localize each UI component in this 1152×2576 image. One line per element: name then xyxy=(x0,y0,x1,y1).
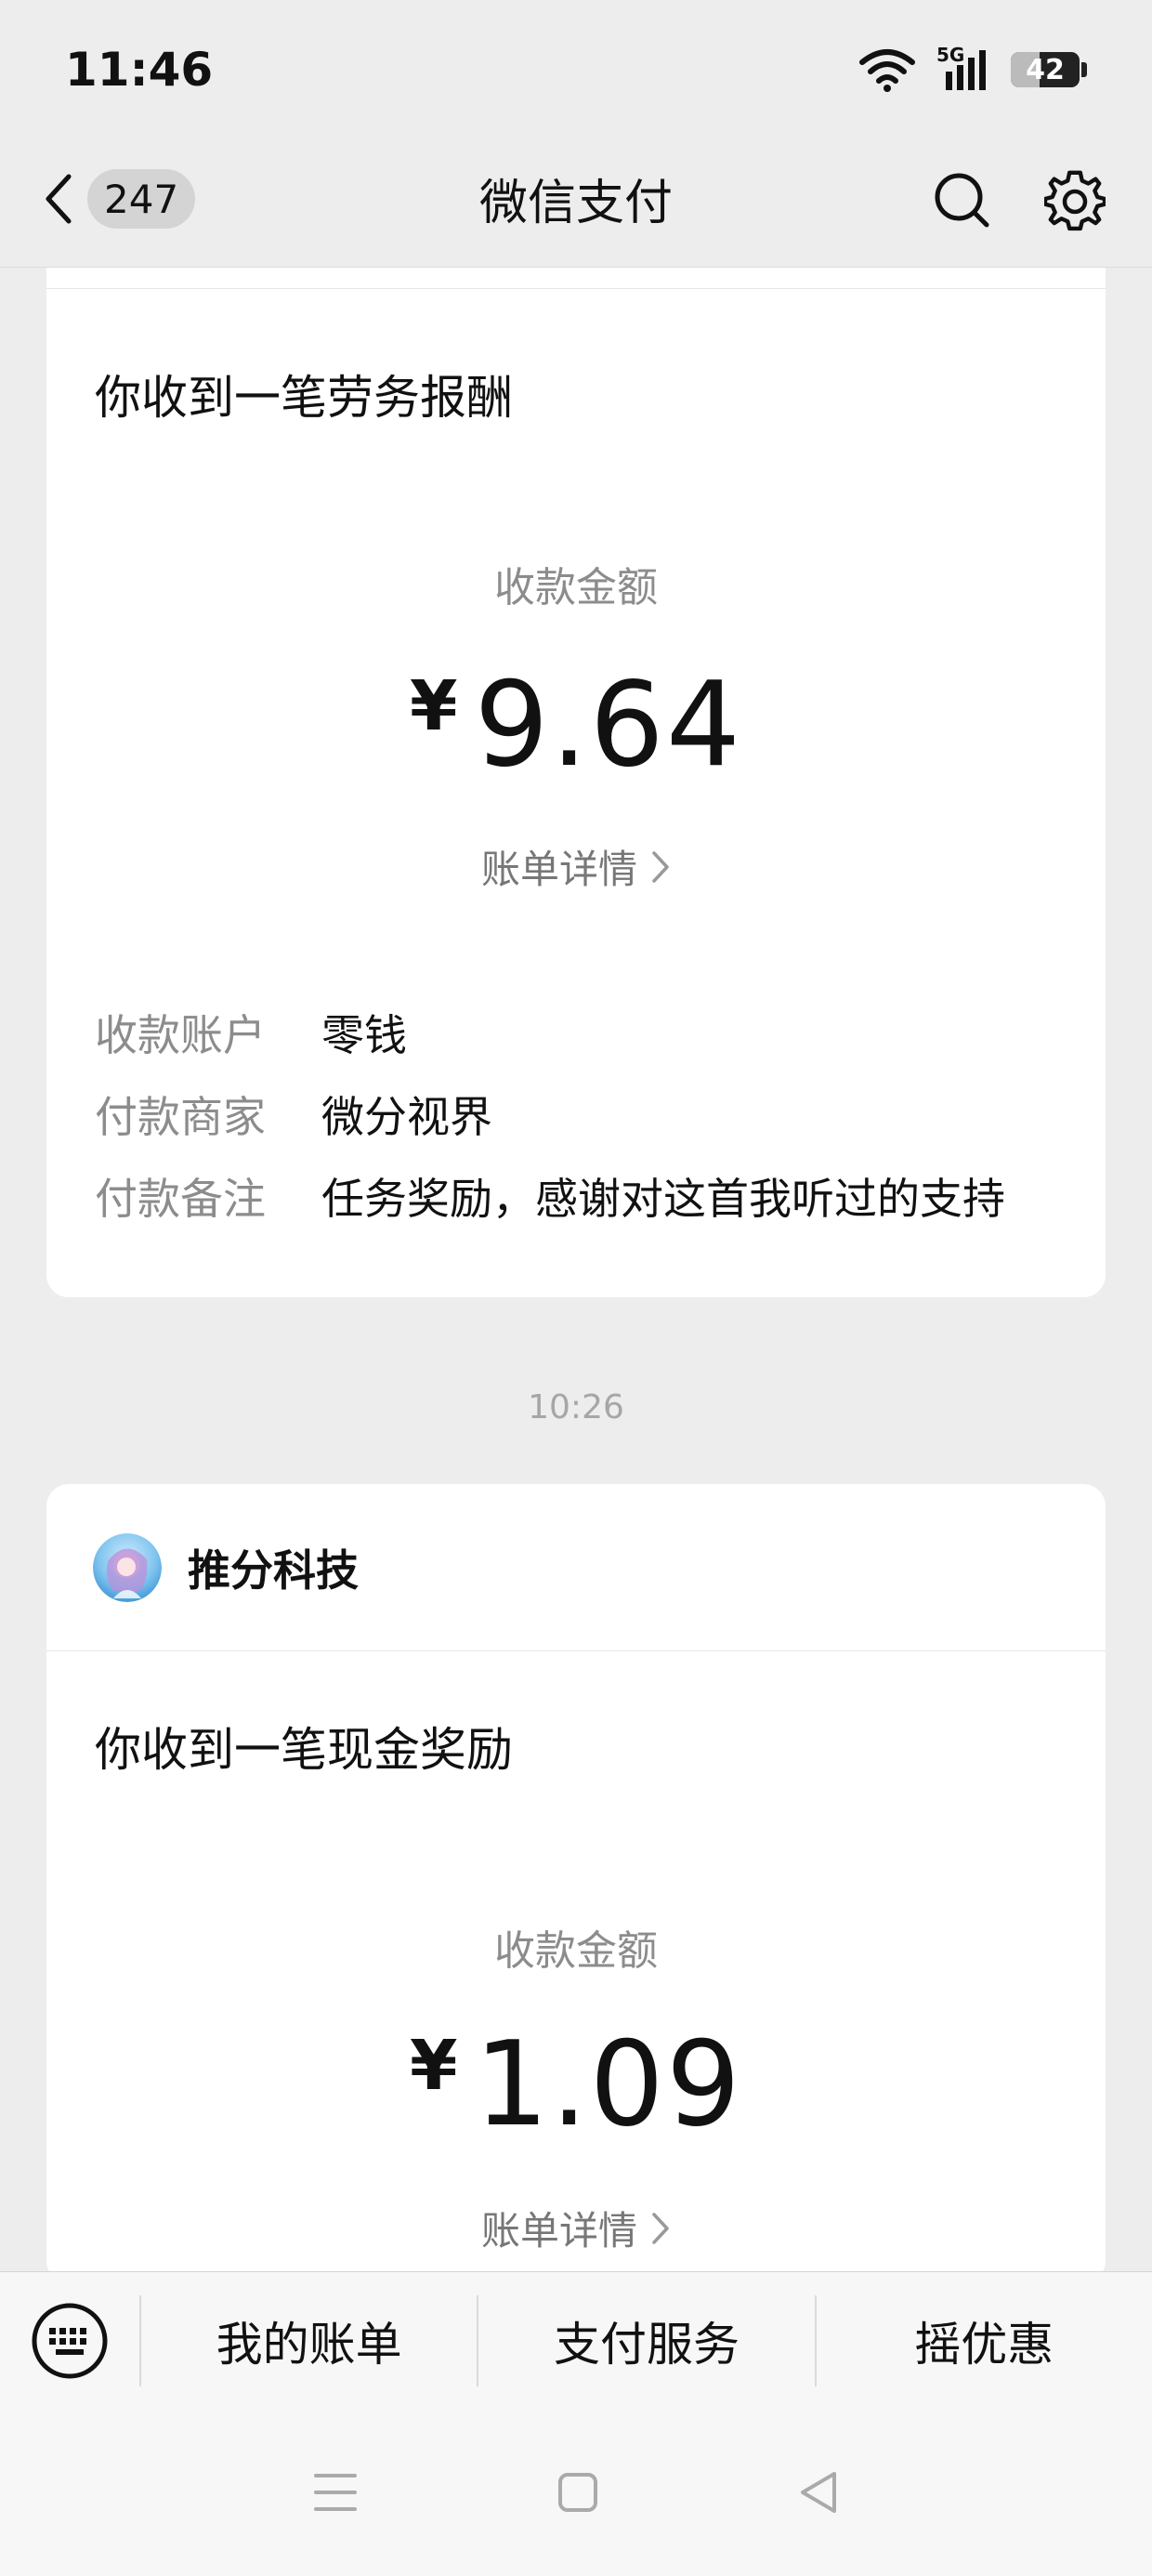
keyboard-toggle-button[interactable] xyxy=(0,2272,139,2410)
amount-display: ¥1.09 xyxy=(46,2016,1106,2152)
bill-detail-link[interactable]: 账单详情 xyxy=(46,2200,1106,2256)
info-key: 付款商家 xyxy=(95,1092,266,1142)
info-row-merchant: 付款商家 微分视界 xyxy=(95,1089,492,1145)
amount-value: 9.64 xyxy=(474,656,743,793)
keyboard-icon xyxy=(32,2303,108,2378)
payment-notification-card[interactable]: 推分科技 你收到一笔现金奖励 收款金额 ¥1.09 账单详情 xyxy=(46,1484,1106,2283)
amount-label: 收款金额 xyxy=(494,564,658,611)
info-value: 微分视界 xyxy=(321,1092,492,1142)
divider xyxy=(46,288,1106,289)
back-triangle-icon[interactable] xyxy=(797,2469,840,2516)
battery-nub xyxy=(1081,62,1087,77)
menu-item-my-bills[interactable]: 我的账单 xyxy=(141,2307,477,2374)
menu-icon[interactable] xyxy=(312,2471,359,2514)
battery-icon: 42 xyxy=(1011,52,1080,87)
battery-level: 42 xyxy=(1026,53,1065,86)
status-time: 11:46 xyxy=(65,43,214,97)
system-navigation-bar xyxy=(0,2409,1152,2576)
bill-detail-label: 账单详情 xyxy=(480,847,637,892)
info-key: 收款账户 xyxy=(95,1010,266,1060)
status-icons: 5G 42 xyxy=(858,44,1087,92)
chevron-right-icon xyxy=(652,2212,669,2244)
info-key: 付款备注 xyxy=(95,1174,266,1224)
notification-title: 你收到一笔劳务报酬 xyxy=(95,371,513,425)
gear-icon[interactable] xyxy=(1044,167,1106,232)
info-row-account: 收款账户 零钱 xyxy=(95,1007,407,1063)
nav-bar: 247 微信支付 xyxy=(0,139,1152,268)
amount-value: 1.09 xyxy=(474,2016,743,2152)
merchant-name: 推分科技 xyxy=(188,1544,359,1596)
bottom-menu: 我的账单 支付服务 摇优惠 xyxy=(0,2271,1152,2409)
info-row-remark: 付款备注 任务奖励，感谢对这首我听过的支持 xyxy=(95,1171,1005,1227)
menu-item-payment-services[interactable]: 支付服务 xyxy=(478,2307,814,2374)
merchant-avatar xyxy=(93,1532,162,1602)
nav-actions xyxy=(933,167,1106,232)
menu-item-shake-deals[interactable]: 摇优惠 xyxy=(817,2307,1152,2374)
cellular-signal-icon: 5G xyxy=(936,44,990,92)
status-bar: 11:46 5G 42 xyxy=(0,0,1152,139)
bill-detail-label: 账单详情 xyxy=(480,2208,637,2254)
amount-display: ¥9.64 xyxy=(46,656,1106,793)
notification-title: 你收到一笔现金奖励 xyxy=(95,1723,513,1777)
message-timestamp: 10:26 xyxy=(528,1388,624,1426)
info-value: 任务奖励，感谢对这首我听过的支持 xyxy=(321,1174,1005,1224)
search-icon[interactable] xyxy=(933,167,990,232)
bill-detail-link[interactable]: 账单详情 xyxy=(46,838,1106,895)
amount-label: 收款金额 xyxy=(494,1927,658,1975)
chevron-right-icon xyxy=(652,850,669,883)
home-icon[interactable] xyxy=(556,2471,599,2514)
wifi-icon xyxy=(859,49,915,92)
currency-symbol: ¥ xyxy=(409,2026,458,2106)
currency-symbol: ¥ xyxy=(409,666,458,746)
payment-notification-card[interactable]: 你收到一笔劳务报酬 收款金额 ¥9.64 账单详情 收款账户 零钱 付款商家 微… xyxy=(46,268,1106,1297)
merchant-header[interactable]: 推分科技 xyxy=(46,1484,1106,1651)
info-value: 零钱 xyxy=(321,1010,407,1060)
